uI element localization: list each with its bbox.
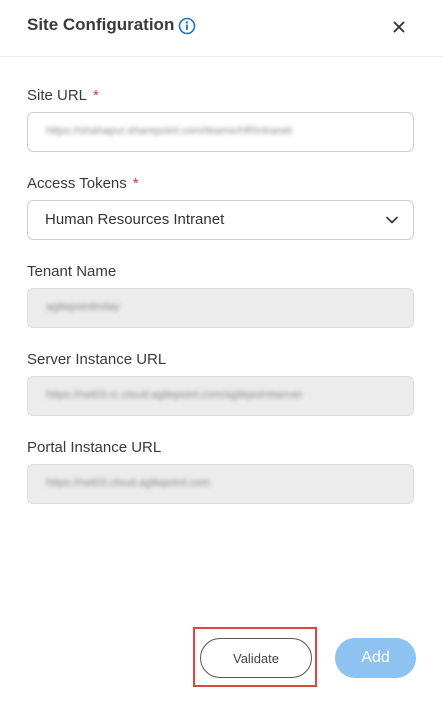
panel-header: Site Configuration <box>0 0 443 57</box>
site-configuration-panel: Site Configuration Site URL * https://sha… <box>0 0 443 703</box>
add-button[interactable]: Add <box>335 638 416 678</box>
close-icon <box>393 21 405 33</box>
tenant-name-value: agilepointinday <box>46 301 120 313</box>
site-url-label-text: Site URL <box>27 87 88 104</box>
site-url-label: Site URL * <box>27 87 99 104</box>
portal-instance-url-label: Portal Instance URL <box>27 439 162 456</box>
chevron-down-icon <box>386 216 398 224</box>
tenant-name-field: agilepointinday <box>27 288 414 328</box>
access-tokens-selected-value: Human Resources Intranet <box>45 211 225 228</box>
tenant-name-label: Tenant Name <box>27 263 117 280</box>
close-button[interactable] <box>386 14 412 40</box>
server-instance-url-field: https://net03.rc.cloud.agilepoint.com/ag… <box>27 376 414 416</box>
access-tokens-select[interactable]: Human Resources Intranet <box>27 200 414 240</box>
required-mark: * <box>132 175 139 192</box>
site-url-input[interactable]: https://shahapur.sharepoint.com/teams/HR… <box>27 112 414 152</box>
access-tokens-label-text: Access Tokens <box>27 175 127 192</box>
site-url-value: https://shahapur.sharepoint.com/teams/HR… <box>46 125 292 137</box>
access-tokens-label: Access Tokens * <box>27 175 139 192</box>
page-title: Site Configuration <box>27 15 175 34</box>
server-instance-url-label: Server Instance URL <box>27 351 167 368</box>
required-mark: * <box>93 87 99 104</box>
server-instance-url-value: https://net03.rc.cloud.agilepoint.com/ag… <box>46 389 303 401</box>
info-icon[interactable] <box>178 17 196 35</box>
portal-instance-url-field: https://net03.cloud.agilepoint.com <box>27 464 414 504</box>
validate-button[interactable]: Validate <box>200 638 312 678</box>
portal-instance-url-value: https://net03.cloud.agilepoint.com <box>46 477 210 489</box>
